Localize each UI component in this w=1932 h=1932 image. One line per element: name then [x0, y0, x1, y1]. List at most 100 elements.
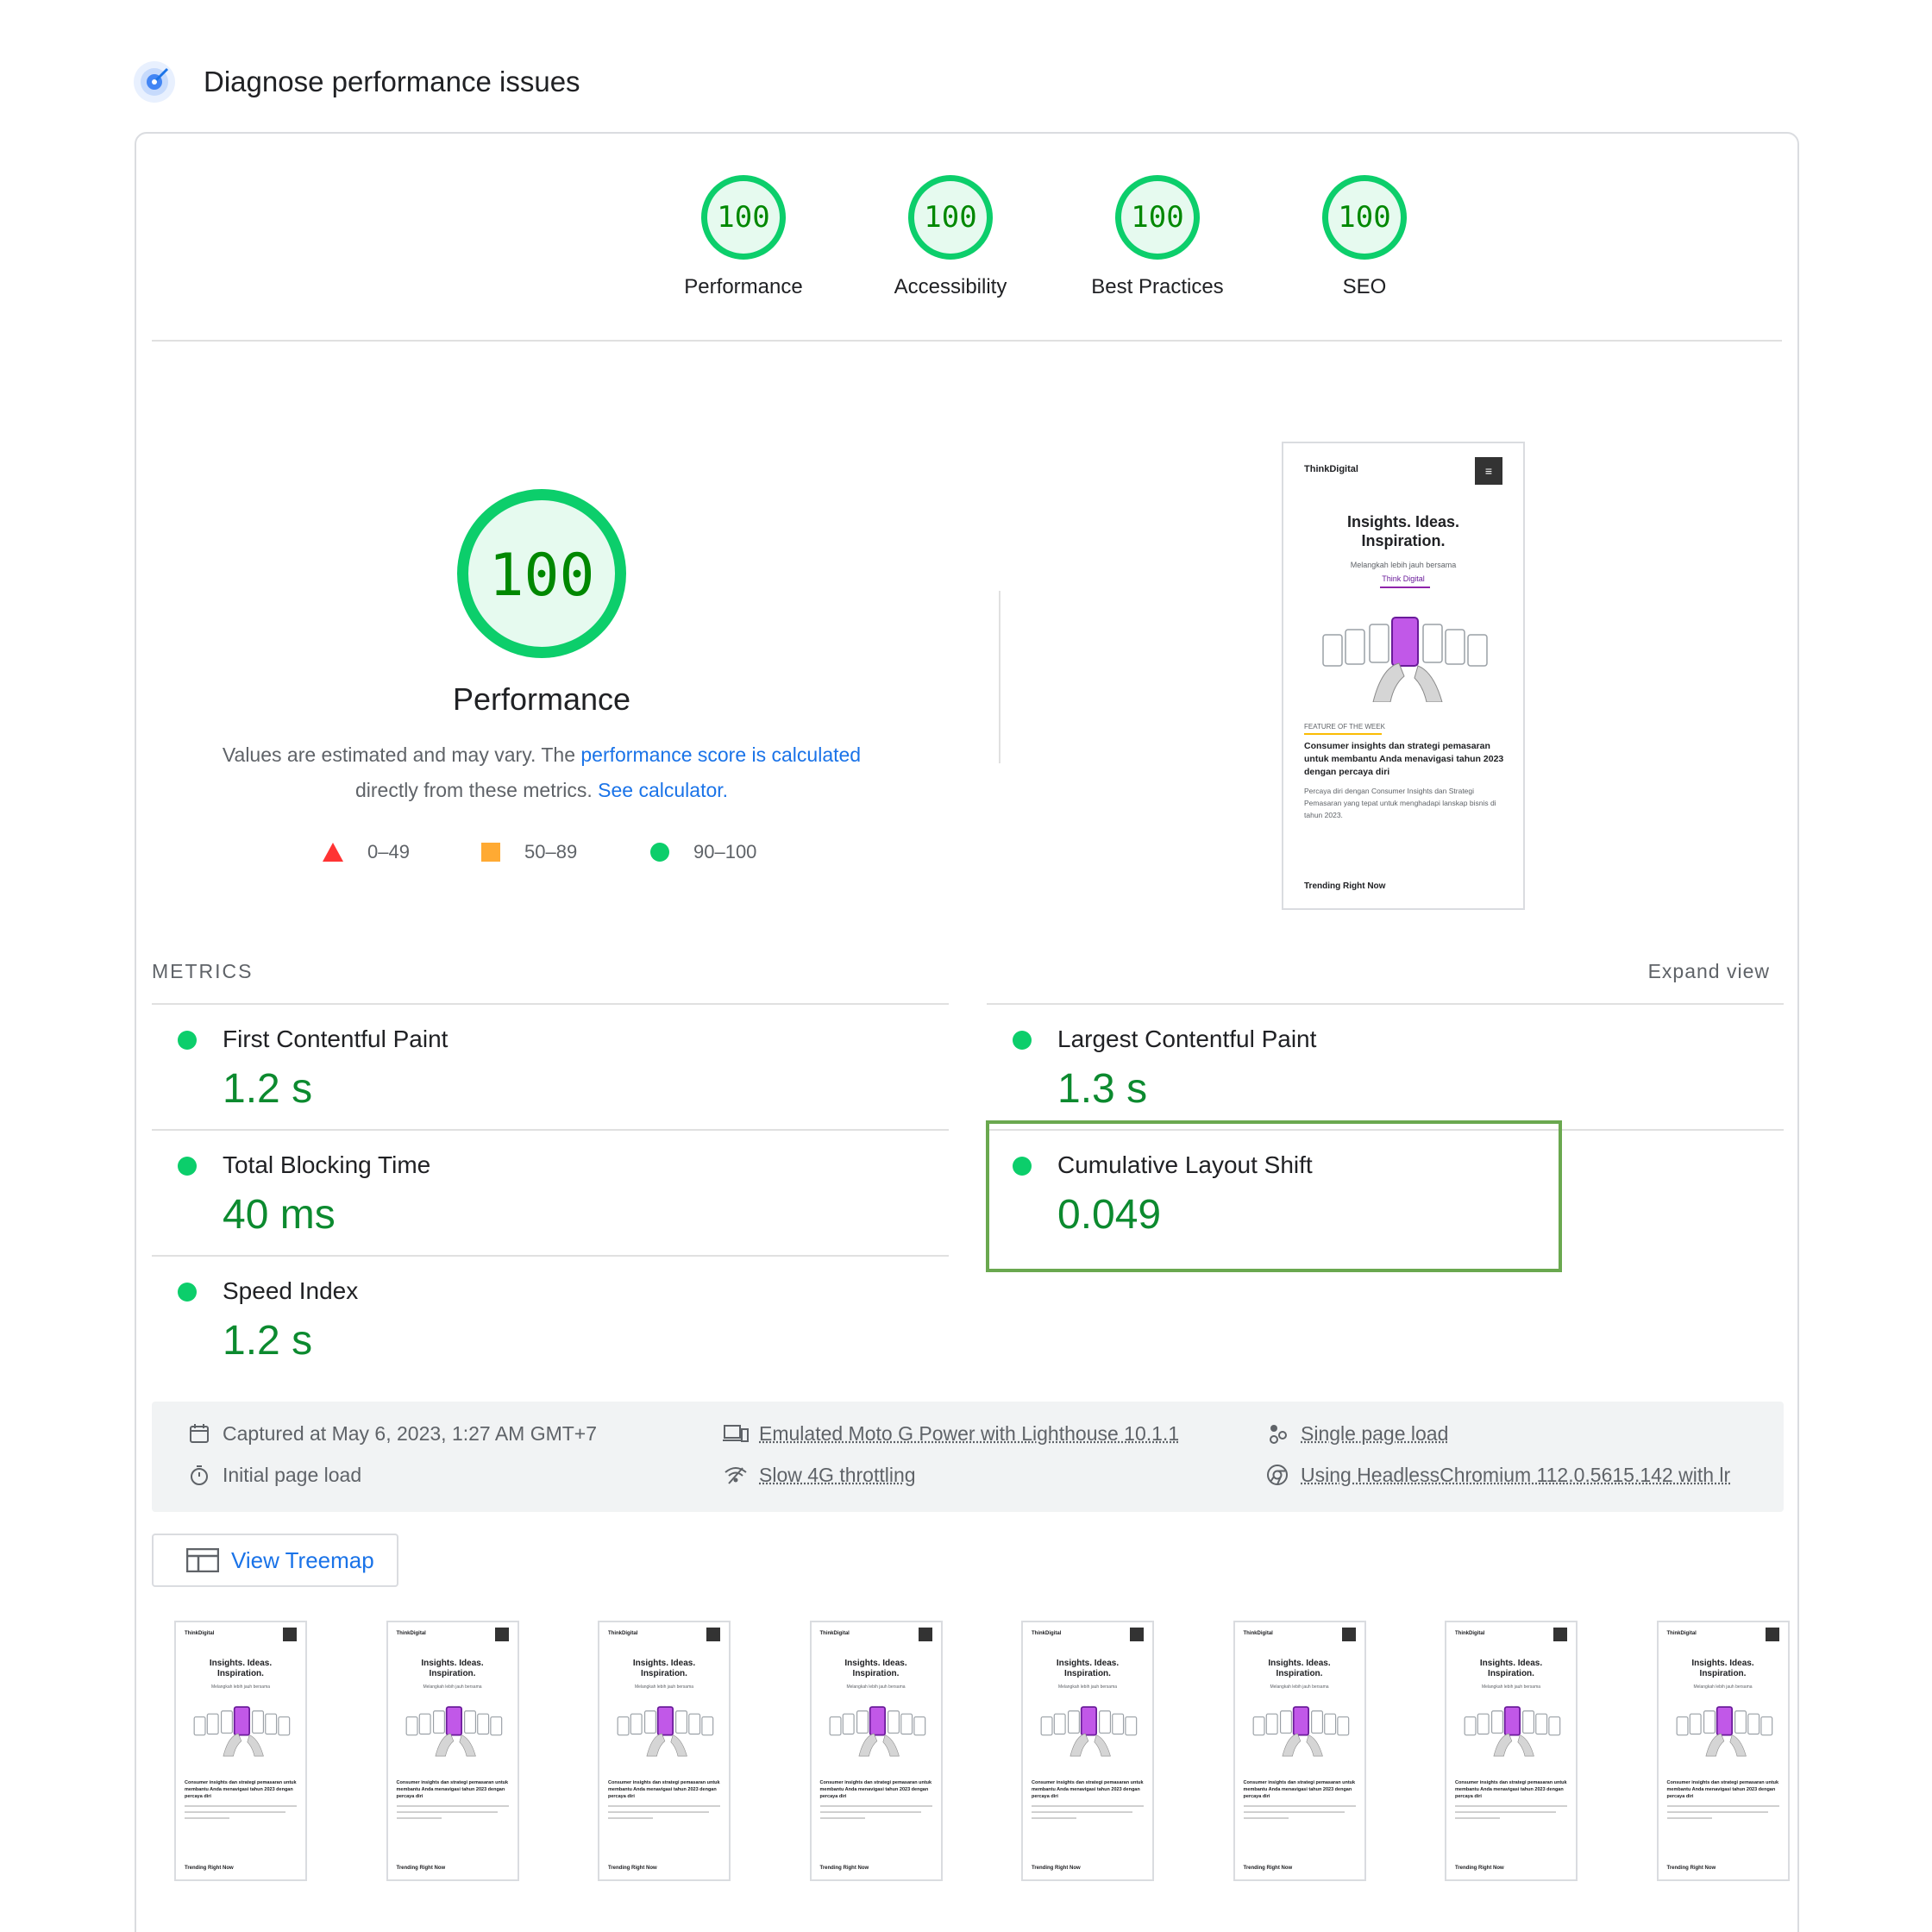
frame-headline: Insights. Ideas. Inspiration. [599, 1659, 729, 1679]
gauge-best-practices[interactable]: 100 Best Practices [1071, 175, 1244, 299]
frame-headline: Insights. Ideas. Inspiration. [1023, 1659, 1152, 1679]
frame-body-lines [1243, 1805, 1356, 1824]
thumb-sub: Melangkah lebih jauh bersama [1350, 561, 1457, 569]
pass-circle-icon [1013, 1031, 1032, 1050]
metric-value: 1.2 s [223, 1318, 313, 1364]
browser-info[interactable]: Using HeadlessChromium 112.0.5615.142 wi… [1264, 1462, 1730, 1488]
performance-description: Values are estimated and may vary. The p… [188, 737, 895, 808]
frame-feature-title: Consumer insights dan strategi pemasaran… [819, 1780, 932, 1799]
hamburger-icon [494, 1628, 509, 1641]
performance-gauge-large: 100 [457, 489, 626, 658]
frame-headline-1: Insights. Ideas. [844, 1659, 907, 1668]
gauge-label: SEO [1342, 275, 1387, 298]
thumb-trending: Trending Right Now [1304, 881, 1386, 891]
frame-headline: Insights. Ideas. Inspiration. [1446, 1659, 1576, 1679]
captured-at: Captured at May 6, 2023, 1:27 AM GMT+7 [186, 1421, 597, 1446]
frame-brand: ThinkDigital [1666, 1631, 1697, 1636]
frame-trending: Trending Right Now [819, 1866, 869, 1871]
captured-text: Captured at May 6, 2023, 1:27 AM GMT+7 [223, 1421, 598, 1445]
filmstrip-frame[interactable]: ThinkDigital Insights. Ideas. Inspiration.… [1656, 1621, 1790, 1881]
hamburger-icon [1765, 1628, 1779, 1641]
gauge-score: 100 [717, 200, 770, 235]
thumb-headline-2: Inspiration. [1361, 532, 1446, 549]
section-title: Diagnose performance issues [204, 66, 580, 97]
device-emulation[interactable]: Emulated Moto G Power with Lighthouse 10… [723, 1421, 1179, 1446]
treemap-icon [186, 1548, 219, 1572]
wifi-slow-icon [723, 1462, 749, 1488]
legend-average: 50–89 [481, 841, 577, 863]
category-gauges: 100 Performance 100 Accessibility 100 Be… [136, 134, 1797, 341]
thumb-brand: ThinkDigital [1304, 464, 1358, 474]
thumb-feature-line [1304, 733, 1382, 735]
metric-value: 1.3 s [1057, 1066, 1148, 1112]
final-screenshot[interactable]: ThinkDigital ≡ Insights. Ideas. Inspirat… [1282, 442, 1525, 910]
metric-value: 40 ms [223, 1192, 336, 1238]
view-treemap-button[interactable]: View Treemap [152, 1534, 398, 1587]
hamburger-icon [283, 1628, 297, 1641]
frame-feature-title: Consumer insights dan strategi pemasaran… [185, 1780, 297, 1799]
legend-range: 0–49 [367, 841, 410, 862]
frame-sub: Melangkah lebih jauh bersama [1481, 1684, 1541, 1690]
frame-headline: Insights. Ideas. Inspiration. [1659, 1659, 1788, 1679]
gauge-score: 100 [1131, 200, 1184, 235]
frame-sub: Melangkah lebih jauh bersama [634, 1684, 694, 1690]
frame-feature-title: Consumer insights dan strategi pemasaran… [1666, 1780, 1779, 1799]
filmstrip-frame[interactable]: ThinkDigital Insights. Ideas. Inspiration.… [1233, 1621, 1366, 1881]
filmstrip-frame[interactable]: ThinkDigital Insights. Ideas. Inspiration.… [1445, 1621, 1578, 1881]
gauge-accessibility[interactable]: 100 Accessibility [864, 175, 1037, 299]
throttling-text: Slow 4G throttling [759, 1463, 916, 1486]
legend-range: 90–100 [693, 841, 757, 862]
gauge-score: 100 [1338, 200, 1391, 235]
frame-headline-1: Insights. Ideas. [1268, 1659, 1331, 1668]
see-calculator-link[interactable]: See calculator. [598, 779, 728, 801]
cls-highlight-box [986, 1120, 1562, 1272]
metric-name: Total Blocking Time [223, 1151, 431, 1178]
phone-hands-illustration [1464, 1706, 1561, 1757]
gauge-ring: 100 [701, 175, 786, 260]
metric-value: 1.2 s [223, 1066, 313, 1112]
frame-headline: Insights. Ideas. Inspiration. [388, 1659, 518, 1679]
frame-trending: Trending Right Now [396, 1866, 446, 1871]
legend-range: 50–89 [524, 841, 578, 862]
frame-headline-2: Inspiration. [429, 1669, 476, 1678]
thumb-feature-body: Percaya diri dengan Consumer Insights da… [1304, 787, 1496, 819]
frame-brand: ThinkDigital [1455, 1631, 1485, 1636]
triangle-icon [323, 843, 343, 862]
frame-sub: Melangkah lebih jauh bersama [846, 1684, 906, 1690]
chrome-icon [1264, 1462, 1290, 1488]
metric-speed-index: Speed Index 1.2 s [152, 1257, 928, 1377]
phone-hands-illustration [1322, 617, 1488, 702]
network-throttling[interactable]: Slow 4G throttling [723, 1462, 916, 1488]
frame-headline-2: Inspiration. [852, 1669, 900, 1678]
frame-sub: Melangkah lebih jauh bersama [1057, 1684, 1118, 1690]
thumb-feature-tag: FEATURE OF THE WEEK [1304, 723, 1385, 731]
filmstrip-frame[interactable]: ThinkDigital Insights. Ideas. Inspiration.… [809, 1621, 943, 1881]
score-calculated-link[interactable]: performance score is calculated [580, 743, 861, 766]
frame-feature-title: Consumer insights dan strategi pemasaran… [1032, 1780, 1144, 1799]
filmstrip-frame[interactable]: ThinkDigital Insights. Ideas. Inspiration.… [1021, 1621, 1154, 1881]
phone-hands-illustration [829, 1706, 925, 1757]
frame-headline-2: Inspiration. [641, 1669, 687, 1678]
thumb-headline-1: Insights. Ideas. [1346, 513, 1460, 530]
frame-body-lines [1032, 1805, 1144, 1824]
gauge-performance[interactable]: 100 Performance [657, 175, 830, 299]
runtime-settings: Captured at May 6, 2023, 1:27 AM GMT+7 I… [152, 1402, 1784, 1512]
gauge-seo[interactable]: 100 SEO [1278, 175, 1451, 299]
calendar-icon [186, 1421, 212, 1446]
hamburger-icon [706, 1628, 720, 1641]
gauge-label: Performance [684, 275, 803, 298]
single-page-load[interactable]: Single page load [1264, 1421, 1448, 1446]
frame-headline-1: Insights. Ideas. [421, 1659, 484, 1668]
frame-headline-1: Insights. Ideas. [632, 1659, 696, 1668]
filmstrip-frame[interactable]: ThinkDigital Insights. Ideas. Inspiration.… [386, 1621, 519, 1881]
frame-body-lines [608, 1805, 720, 1824]
desc-text: directly from these metrics. [354, 779, 599, 801]
frame-body-lines [1455, 1805, 1567, 1824]
filmstrip-frame[interactable]: ThinkDigital Insights. Ideas. Inspiration.… [598, 1621, 731, 1881]
frame-sub: Melangkah lebih jauh bersama [1270, 1684, 1329, 1690]
expand-view-toggle[interactable]: Expand view [1648, 960, 1770, 983]
metric-tbt: Total Blocking Time 40 ms [152, 1131, 928, 1251]
frame-feature-title: Consumer insights dan strategi pemasaran… [1243, 1780, 1356, 1799]
phone-hands-illustration [405, 1706, 502, 1757]
filmstrip-frame[interactable]: ThinkDigital Insights. Ideas. Inspiration.… [174, 1621, 307, 1881]
